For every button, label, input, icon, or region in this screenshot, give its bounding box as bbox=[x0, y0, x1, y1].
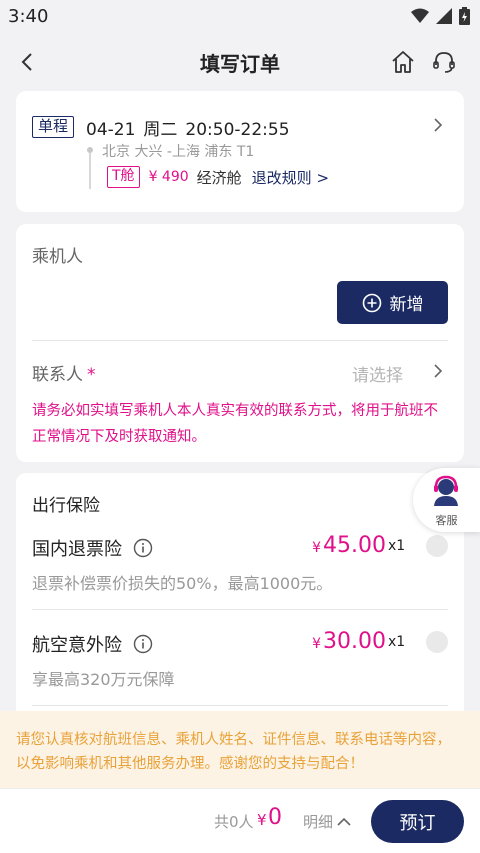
back-arrow-icon[interactable] bbox=[16, 50, 40, 74]
insurance-item-name: 国内退票险 bbox=[32, 539, 122, 560]
refund-rules-link[interactable]: 退改规则 > bbox=[252, 167, 329, 188]
passenger-card: 乘机人 新增 联系人 * 请选择 请务必如实填写乘机人本人真实有效的联系方式，将用… bbox=[16, 224, 464, 462]
wifi-icon bbox=[411, 8, 429, 23]
insurance-select-radio[interactable] bbox=[426, 535, 448, 557]
detail-label: 明细 bbox=[303, 813, 334, 831]
add-passenger-label: 新增 bbox=[389, 295, 424, 315]
passenger-count: 共0人 bbox=[214, 813, 254, 831]
insurance-item-qty: x1 bbox=[388, 634, 406, 650]
contact-label: 联系人 * bbox=[32, 360, 96, 385]
insurance-title: 出行保险 bbox=[32, 496, 100, 516]
status-bar: 3:40 bbox=[0, 0, 480, 32]
cabin-code-badge: T舱 bbox=[107, 166, 140, 188]
headset-icon[interactable] bbox=[431, 49, 457, 75]
info-icon[interactable] bbox=[133, 634, 153, 654]
passenger-section-label: 乘机人 bbox=[32, 247, 83, 267]
cabin-row: T舱 ¥ 490 经济舱 退改规则 > bbox=[107, 166, 329, 188]
insurance-amount: 45.00 bbox=[323, 533, 386, 558]
verification-notice: 请您认真核对航班信息、乘机人姓名、证件信息、联系电话等内容，以免影响乘机和其他服… bbox=[0, 711, 480, 788]
add-passenger-button[interactable]: 新增 bbox=[337, 281, 448, 324]
flight-route: 北京 大兴 -上海 浦东 T1 bbox=[102, 144, 255, 160]
status-time: 3:40 bbox=[8, 5, 49, 27]
trip-type-badge: 单程 bbox=[32, 116, 74, 138]
flight-date: 04-21 bbox=[86, 120, 136, 140]
insurance-item-desc: 享最高320万元保障 bbox=[32, 670, 175, 689]
insurance-amount: 30.00 bbox=[323, 629, 386, 654]
contact-select[interactable]: 请选择 bbox=[352, 361, 403, 386]
page-title: 填写订单 bbox=[200, 51, 280, 76]
nav-bar: 填写订单 bbox=[0, 38, 480, 86]
contact-label-text: 联系人 bbox=[32, 365, 83, 385]
total-currency: ¥ bbox=[257, 811, 267, 829]
flight-summary: 04-21 周二 20:50-22:55 bbox=[86, 115, 298, 140]
total-amount: 0 bbox=[268, 805, 282, 830]
divider bbox=[32, 609, 448, 610]
signal-icon bbox=[436, 8, 452, 24]
insurance-item-price: ¥45.00 bbox=[312, 533, 386, 558]
home-icon[interactable] bbox=[390, 49, 416, 75]
insurance-item-price: ¥30.00 bbox=[312, 629, 386, 654]
insurance-currency: ¥ bbox=[312, 636, 322, 652]
chevron-right-icon[interactable] bbox=[430, 363, 446, 379]
cabin-class: 经济舱 bbox=[196, 168, 242, 187]
flight-card[interactable]: 单程 04-21 周二 20:50-22:55 北京 大兴 -上海 浦东 T1 T舱… bbox=[16, 91, 464, 212]
flight-weekday: 周二 bbox=[143, 120, 178, 140]
customer-service-label: 客服 bbox=[435, 514, 458, 527]
agent-avatar-icon bbox=[434, 475, 458, 506]
divider bbox=[32, 340, 448, 341]
insurance-item-desc: 退票补偿票价损失的50%，最高1000元。 bbox=[32, 574, 333, 593]
battery-icon bbox=[459, 7, 470, 25]
chevron-up-icon bbox=[337, 817, 351, 826]
price-detail-toggle[interactable]: 明细 bbox=[303, 811, 352, 832]
insurance-currency: ¥ bbox=[312, 540, 322, 556]
route-line bbox=[89, 153, 91, 189]
flight-time: 20:50-22:55 bbox=[185, 120, 290, 140]
insurance-item-name: 航空意外险 bbox=[32, 635, 122, 656]
customer-service-float-button[interactable]: 客服 bbox=[413, 468, 480, 532]
plus-circle-icon bbox=[362, 293, 381, 312]
bottom-bar: 共0人 ¥ 0 明细 预订 bbox=[0, 788, 480, 853]
info-icon[interactable] bbox=[133, 538, 153, 558]
ticket-price: ¥ 490 bbox=[148, 169, 189, 185]
book-button[interactable]: 预订 bbox=[371, 800, 464, 843]
insurance-item-qty: x1 bbox=[388, 538, 406, 554]
chevron-right-icon[interactable] bbox=[430, 117, 446, 133]
divider bbox=[32, 705, 448, 706]
required-mark: * bbox=[87, 365, 96, 385]
insurance-select-radio[interactable] bbox=[426, 631, 448, 653]
contact-notice: 请务必如实填写乘机人本人真实有效的联系方式，将用于航班不正常情况下及时获取通知。 bbox=[32, 403, 438, 445]
status-icons bbox=[411, 7, 470, 25]
